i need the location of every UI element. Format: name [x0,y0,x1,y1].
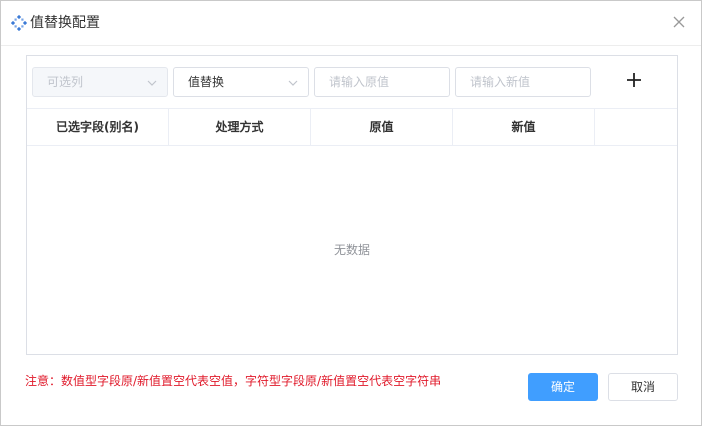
mode-select-value: 值替换 [188,75,225,89]
column-header-mode: 处理方式 [169,109,311,145]
replace-note: 注意：数值型字段原/新值置空代表空值，字符型字段原/新值置空代表空字符串 [25,374,442,388]
table-header: 已选字段(别名) 处理方式 原值 新值 [27,109,677,146]
cancel-button[interactable]: 取消 [608,373,678,401]
column-header-field: 已选字段(别名) [27,109,169,145]
new-value-input[interactable]: 请输入新值 [455,67,591,97]
dialog-header: 值替换配置 [1,1,701,46]
value-replace-dialog: 值替换配置 可选列 值替换 请输入原值 请输入新值 已选字段(别名) 处理方式 … [0,0,702,426]
column-header-actions [595,109,677,145]
replace-toolbar: 可选列 值替换 请输入原值 请输入新值 [27,56,677,109]
column-select[interactable]: 可选列 [32,67,168,97]
mode-select[interactable]: 值替换 [173,67,309,97]
empty-table-text: 无数据 [333,243,370,257]
plus-icon[interactable] [625,71,643,89]
old-value-input[interactable]: 请输入原值 [314,67,450,97]
old-value-placeholder: 请输入原值 [329,75,390,89]
column-header-new-value: 新值 [453,109,595,145]
column-select-placeholder: 可选列 [47,75,84,89]
close-icon[interactable] [671,14,687,30]
chevron-down-icon [288,80,298,86]
confirm-button[interactable]: 确定 [528,373,598,401]
diamond-dots-icon [11,15,27,31]
column-header-old-value: 原值 [311,109,453,145]
replace-table-panel: 可选列 值替换 请输入原值 请输入新值 已选字段(别名) 处理方式 原值 新值 … [26,55,678,355]
new-value-placeholder: 请输入新值 [470,75,531,89]
chevron-down-icon [147,80,157,86]
dialog-title: 值替换配置 [30,15,100,31]
